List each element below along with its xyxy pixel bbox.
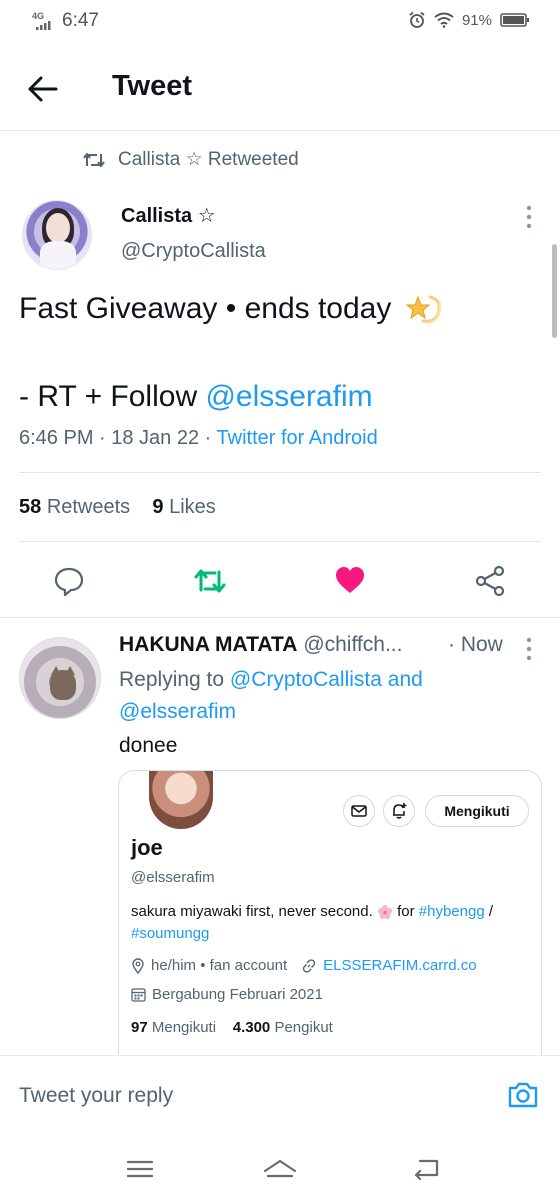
bell-plus-icon xyxy=(393,803,407,819)
battery-icon xyxy=(500,13,529,27)
like-heart-icon[interactable] xyxy=(333,564,367,598)
retweet-icon xyxy=(83,152,105,167)
home-icon[interactable] xyxy=(262,1155,298,1183)
battery-percent: 91% xyxy=(461,11,492,29)
profile-website: ELSSERAFIM.carrd.co xyxy=(323,957,477,974)
following-count: 97 xyxy=(131,1019,148,1036)
dizzy-star-emoji-icon xyxy=(405,295,441,325)
bio-for: for xyxy=(392,903,419,920)
likes-stat[interactable]: 9 Likes xyxy=(152,496,215,518)
reply-author-name: HAKUNA MATATA xyxy=(119,633,298,656)
link-icon xyxy=(303,958,316,973)
following-button: Mengikuti xyxy=(425,795,529,827)
camera-icon[interactable] xyxy=(506,1078,540,1112)
message-button xyxy=(343,795,375,827)
replying-and: and xyxy=(381,668,423,691)
profile-joined-date: Bergabung Februari 2021 xyxy=(152,986,323,1003)
tweet-text-line1: Fast Giveaway • ends today xyxy=(19,292,392,325)
mention-link[interactable]: @elsserafim xyxy=(119,700,236,723)
back-nav-icon[interactable] xyxy=(410,1155,442,1183)
author-avatar[interactable] xyxy=(22,200,92,270)
retweet-button-icon[interactable] xyxy=(193,564,227,598)
calendar-icon xyxy=(131,988,146,1002)
author-name[interactable]: Callista ☆ xyxy=(121,203,216,228)
replying-to: Replying to @CryptoCallista and @elssera… xyxy=(119,664,519,728)
profile-card-joined: Bergabung Februari 2021 xyxy=(131,986,323,1003)
following-label: Mengikuti xyxy=(151,1019,217,1036)
notify-button xyxy=(383,795,415,827)
reply-icon[interactable] xyxy=(52,564,86,598)
profile-card-image[interactable]: Mengikuti joe @elsserafim sakura miyawak… xyxy=(118,770,542,1060)
tweet-actions xyxy=(0,556,560,606)
replying-prefix: Replying to xyxy=(119,668,230,691)
retweet-count: 58 xyxy=(19,496,42,518)
status-bar: 4G 6:47 91% xyxy=(0,0,560,44)
bio-hashtag: #hybengg xyxy=(418,903,485,920)
author-handle[interactable]: @CryptoCallista xyxy=(121,240,266,263)
tweet-meta: 6:46 PM · 18 Jan 22 · Twitter for Androi… xyxy=(19,427,378,450)
profile-card-bio: sakura miyawaki first, never second. for… xyxy=(131,901,539,945)
status-time: 6:47 xyxy=(62,10,99,31)
tweet-source-link[interactable]: Twitter for Android xyxy=(217,427,378,449)
retweet-label: Retweets xyxy=(46,496,131,518)
scrollbar-thumb[interactable] xyxy=(552,244,557,338)
reply-composer: Tweet your reply xyxy=(0,1055,560,1137)
retweet-context-label: Callista ☆ Retweeted xyxy=(118,149,299,170)
profile-location: he/him • fan account xyxy=(151,957,288,974)
bio-slash: / xyxy=(484,903,494,920)
reply-author-avatar[interactable] xyxy=(19,637,101,719)
like-label: Likes xyxy=(169,496,216,518)
reply-time: · Now xyxy=(448,633,503,656)
mention-link[interactable]: @CryptoCallista xyxy=(230,668,382,691)
followers-count: 4.300 xyxy=(232,1019,271,1036)
location-pin-icon xyxy=(132,957,144,974)
back-arrow-icon[interactable] xyxy=(26,72,60,106)
share-icon[interactable] xyxy=(473,564,507,598)
network-type: 4G xyxy=(32,11,45,21)
divider xyxy=(0,617,560,618)
reply-header[interactable]: HAKUNA MATATA @chiffch... xyxy=(119,633,402,657)
reply-author-handle: @chiffch... xyxy=(303,633,403,656)
profile-card-info: he/him • fan account ELSSERAFIM.carrd.co xyxy=(131,957,477,974)
profile-card-name: joe xyxy=(131,835,163,860)
reply-input[interactable]: Tweet your reply xyxy=(19,1084,173,1108)
bio-hashtag: #soumungg xyxy=(131,925,210,942)
tweet-stats: 58 Retweets 9 Likes xyxy=(19,496,216,519)
like-count: 9 xyxy=(152,496,164,518)
tweet-timestamp: 6:46 PM · 18 Jan 22 · xyxy=(19,427,217,449)
followers-label: Pengikut xyxy=(274,1019,333,1036)
bio-text: sakura miyawaki first, never second. xyxy=(131,903,373,920)
page-title: Tweet xyxy=(112,70,193,102)
app-bar: Tweet xyxy=(0,44,560,131)
profile-card-avatar xyxy=(149,771,213,829)
tweet-text: Fast Giveaway • ends today - RT + Follow… xyxy=(19,286,539,420)
divider xyxy=(19,472,541,473)
divider xyxy=(19,541,541,542)
more-options-icon[interactable] xyxy=(522,204,536,230)
more-options-icon[interactable] xyxy=(522,636,536,662)
envelope-icon xyxy=(351,805,367,817)
profile-card-handle: @elsserafim xyxy=(131,869,215,886)
cherry-blossom-emoji-icon xyxy=(377,905,392,920)
retweet-context[interactable]: Callista ☆ Retweeted xyxy=(82,148,299,171)
wifi-icon xyxy=(434,12,454,28)
retweets-stat[interactable]: 58 Retweets xyxy=(19,496,130,518)
alarm-icon xyxy=(409,11,425,28)
mention-link[interactable]: @elsserafim xyxy=(205,380,372,413)
system-navigation-bar xyxy=(0,1137,560,1200)
profile-card-counts: 97 Mengikuti 4.300 Pengikut xyxy=(131,1019,333,1036)
signal-icon: 4G xyxy=(32,11,54,30)
menu-icon[interactable] xyxy=(124,1155,156,1183)
tweet-text-line2: - RT + Follow xyxy=(19,380,206,413)
reply-text: donee xyxy=(119,734,178,757)
